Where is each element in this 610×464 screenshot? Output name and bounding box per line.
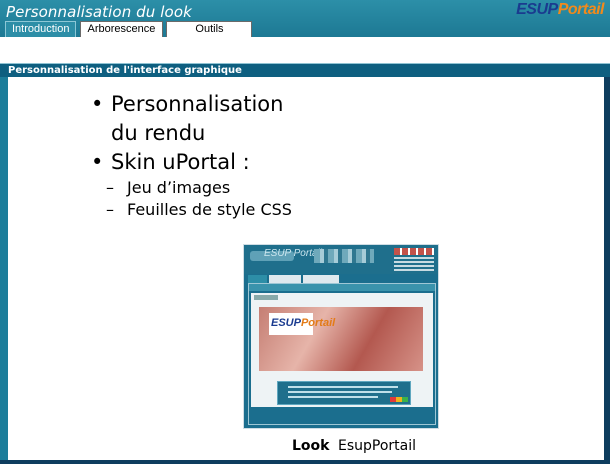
thumb-tab: [269, 275, 301, 283]
thumb-text-line: [288, 391, 392, 393]
tab-outils[interactable]: Outils: [166, 21, 253, 37]
thumb-toolbar-icons: [394, 248, 434, 255]
thumb-color-dots: [390, 397, 408, 402]
thumb-logo-part2: Portail: [300, 317, 336, 329]
caption: Look EsupPortail: [292, 438, 416, 454]
thumb-tabs: [248, 275, 344, 283]
bullet-dot-icon: •: [91, 150, 104, 174]
brand-part1: ESUP: [516, 1, 558, 18]
caption-esup-portail: EsupPortail: [338, 438, 417, 454]
bottom-border: [0, 460, 610, 464]
bullet-item: • Skin uPortal :: [91, 148, 311, 177]
thumb-tab: [303, 275, 339, 283]
thumb-info-text: [394, 257, 434, 271]
caption-look: Look: [292, 438, 330, 454]
thumb-tab: [248, 275, 267, 283]
dash-icon: –: [106, 178, 114, 197]
sub-bullet-images: Jeu d’images: [127, 178, 231, 197]
sub-bullet-css: Feuilles de style CSS: [127, 200, 292, 219]
tab-arborescence[interactable]: Arborescence: [80, 21, 164, 37]
header-bar: Personnalisation du look ESUPPortail Int…: [0, 0, 610, 37]
thumb-tool-icons: [254, 295, 278, 300]
sub-bullet-item: – Feuilles de style CSS: [91, 199, 311, 221]
page-title: Personnalisation du look: [6, 3, 192, 21]
thumb-panel-body: ESUPPortail: [251, 293, 433, 407]
tab-introduction[interactable]: Introduction: [5, 21, 77, 37]
sub-bullet-item: – Jeu d’images: [91, 177, 311, 199]
thumb-panel-header: [249, 284, 435, 291]
slide-content: • Personnalisation du rendu • Skin uPort…: [8, 77, 604, 460]
bullet-text-personnalisation: Personnalisation du rendu: [111, 92, 284, 145]
thumb-text-line: [288, 386, 398, 388]
dash-icon: –: [106, 200, 114, 219]
portal-screenshot: ESUP Portail ESUPPortail: [243, 244, 439, 429]
brand-part2: Portail: [557, 1, 605, 18]
thumb-text-box: [277, 381, 411, 405]
thumb-text-line: [288, 396, 378, 398]
bullet-list: • Personnalisation du rendu • Skin uPort…: [91, 90, 311, 221]
brand-logo: ESUPPortail: [516, 1, 604, 19]
right-border: [604, 77, 610, 464]
thumb-logo: ESUPPortail: [271, 317, 335, 329]
thumb-header: ESUP Portail: [244, 245, 438, 274]
thumb-logo-part1: ESUP: [271, 317, 301, 329]
left-border: [0, 77, 8, 464]
section-title: Personnalisation de l'interface graphiqu…: [0, 64, 610, 77]
thumb-panel: ESUPPortail: [248, 283, 436, 425]
bullet-item: • Personnalisation du rendu: [91, 90, 311, 148]
bullet-dot-icon: •: [91, 92, 104, 116]
bullet-text-skin: Skin uPortal :: [111, 150, 250, 174]
thumb-banner: [314, 249, 374, 263]
tab-bar: Introduction Arborescence Outils: [5, 21, 255, 37]
